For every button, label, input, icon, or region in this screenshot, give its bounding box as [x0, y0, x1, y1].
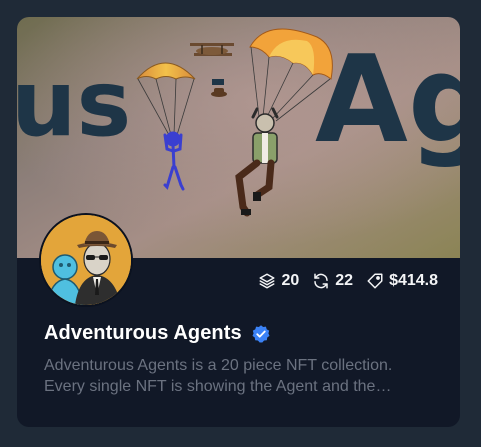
stat-items-value: 20 — [281, 272, 300, 289]
banner-text-right: Ag — [315, 31, 460, 170]
collection-title[interactable]: Adventurous Agents — [44, 322, 242, 345]
collection-stats: 20 22 $414.8 — [258, 270, 438, 292]
layers-icon — [259, 273, 275, 289]
stat-floor-value: $414.8 — [389, 272, 438, 289]
stat-floor[interactable]: $414.8 — [366, 272, 438, 290]
description-line-2: Every single NFT is showing the Agent an… — [44, 378, 392, 395]
description-line-1: Adventurous Agents is a 20 piece NFT col… — [44, 357, 393, 374]
tag-icon — [367, 273, 383, 289]
collection-description: Adventurous Agents is a 20 piece NFT col… — [44, 355, 444, 397]
stat-owners[interactable]: 22 — [312, 272, 353, 290]
refresh-icon — [314, 273, 329, 289]
collection-avatar[interactable] — [39, 213, 133, 307]
collection-card[interactable]: us Ag 20 22 $414.8 Adventurous Agents Ad… — [17, 17, 460, 427]
banner-text-left: us — [17, 50, 131, 157]
collection-title-row: Adventurous Agents — [44, 322, 271, 345]
stat-owners-value: 22 — [335, 272, 354, 289]
verified-badge-icon — [252, 324, 270, 343]
stat-items[interactable]: 20 — [258, 272, 299, 290]
